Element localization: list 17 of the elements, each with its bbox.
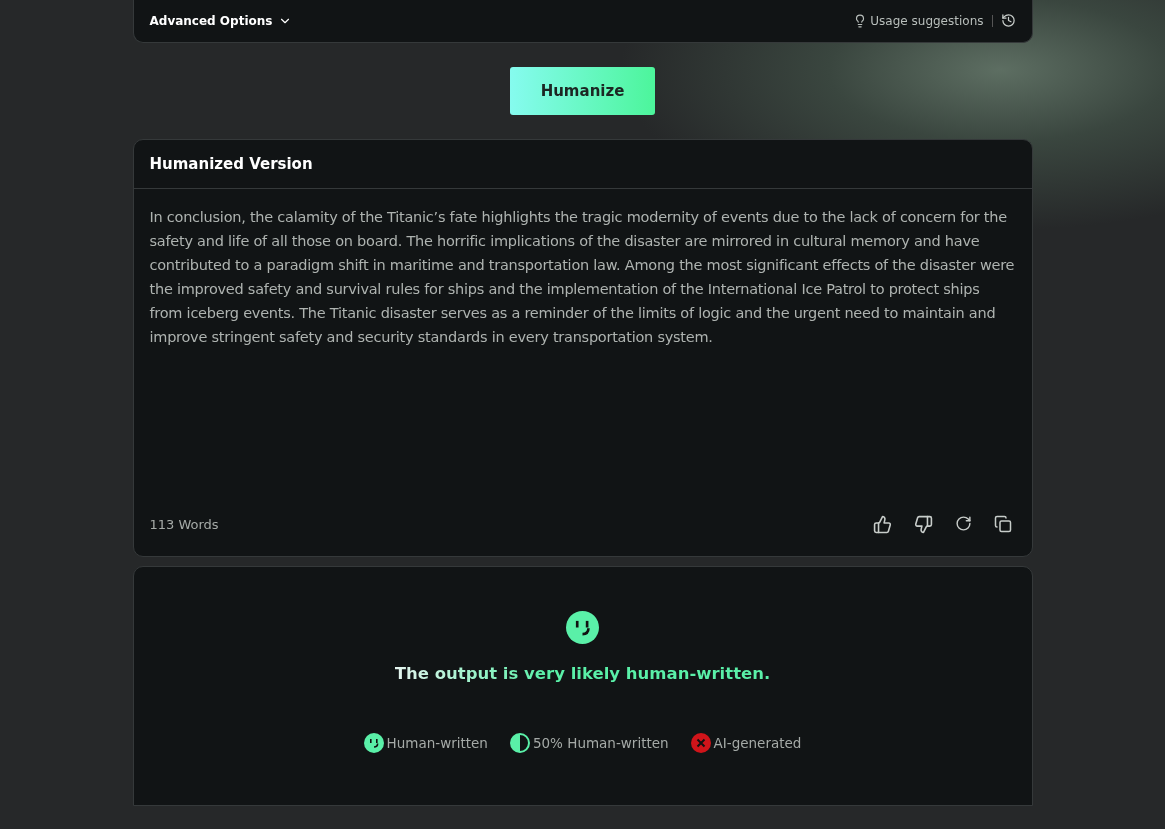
legend-label: Human-written <box>386 735 488 751</box>
legend-label: 50% Human-written <box>532 735 669 751</box>
usage-suggestions-button[interactable]: Usage suggestions <box>853 13 984 28</box>
humanized-text: In conclusion, the calamity of the Titanic’s fate highlights the tragic modernity of events due to the lack of concern for the safety and life of all those on board. The horrific implications of the disaster are mirrored in cultural memory and have contributed to a paradigm shift in maritime and transportation law. Among the most significant effects of the disaster were the improved safety and survival rules for ships and the implementation of the International Ice Patrol to protect ships from iceberg events. The Titanic disaster serves as a reminder of the limits of logic and the urgent need to maintain and improve stringent safety and security standards in every transportation system. <box>148 208 1016 347</box>
result-message: The output is very likely human-written. <box>394 664 771 683</box>
card-title: Humanized Version <box>149 155 313 173</box>
advanced-options-button[interactable]: Advanced Options <box>149 13 293 28</box>
humanize-button[interactable]: Humanize <box>510 67 655 115</box>
thumbs-up-button[interactable] <box>872 515 892 534</box>
word-count: 113 Words <box>149 517 219 532</box>
copy-button[interactable] <box>993 515 1012 534</box>
refresh-button[interactable] <box>954 515 972 534</box>
smiley-icon <box>566 611 599 644</box>
legend-label: AI-generated <box>713 735 802 751</box>
thumbs-down-button[interactable] <box>913 515 933 534</box>
history-button[interactable] <box>1000 13 1016 28</box>
smiley-icon <box>363 733 384 753</box>
